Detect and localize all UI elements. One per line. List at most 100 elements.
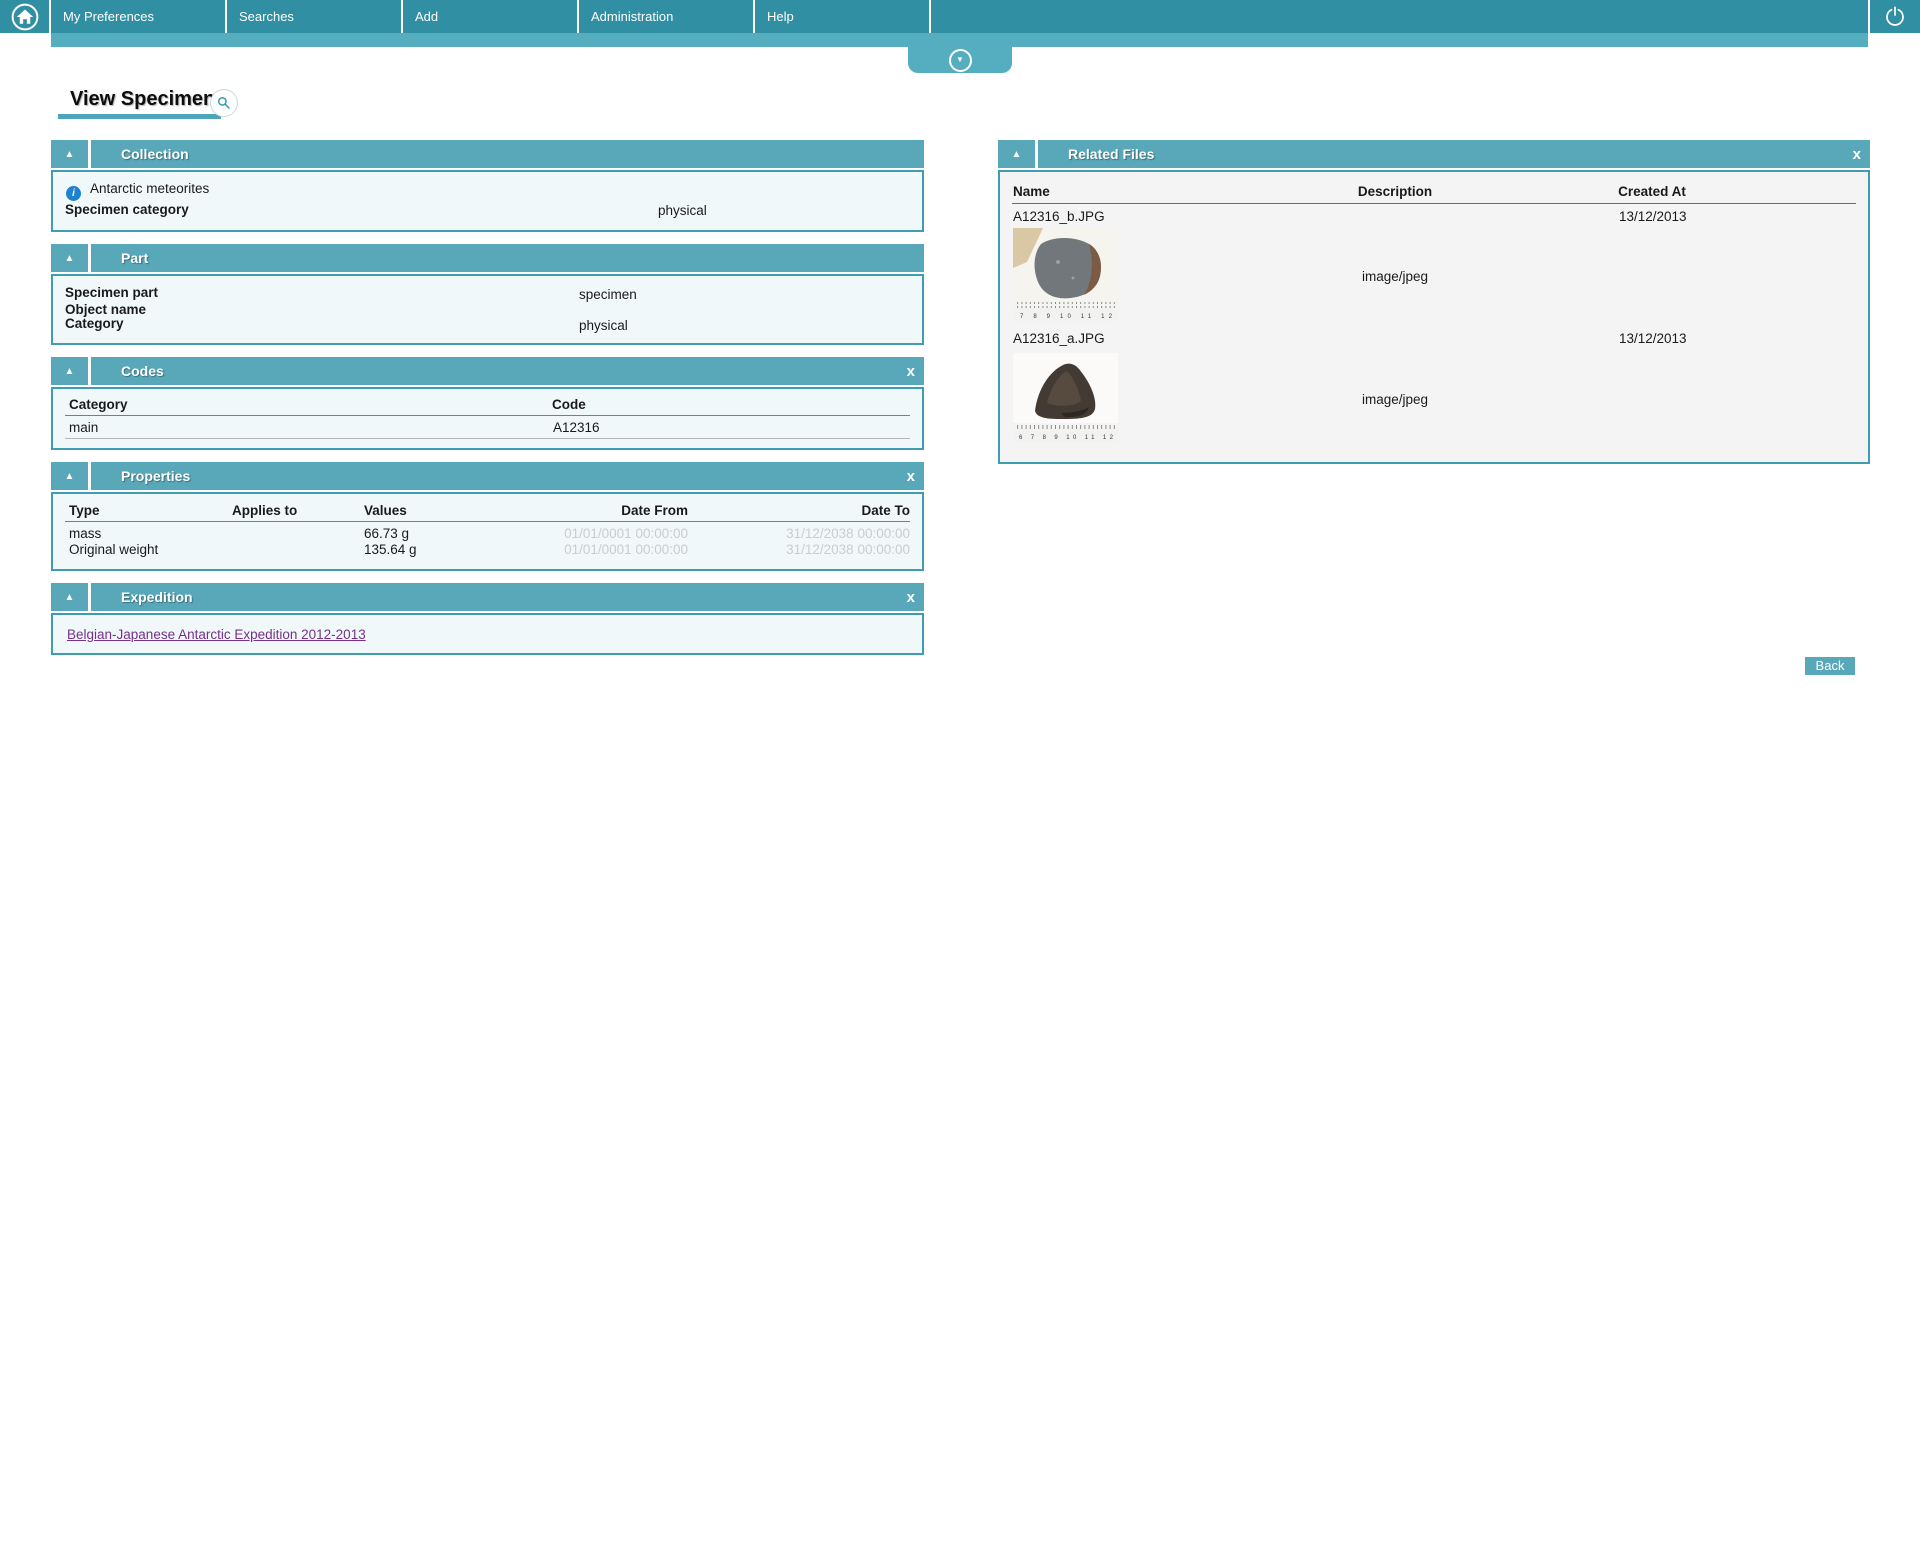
codes-panel-title: Codes xyxy=(121,363,164,379)
search-icon xyxy=(218,97,230,109)
related-file-description: image/jpeg xyxy=(1361,392,1429,407)
expedition-panel-title: Expedition xyxy=(121,589,193,605)
part-panel-title: Part xyxy=(121,250,149,266)
property-type-cell: mass xyxy=(69,526,102,541)
related-files-header-divider xyxy=(1012,203,1856,204)
nav-label: Help xyxy=(767,9,794,24)
related-file-name: A12316_a.JPG xyxy=(1013,331,1105,346)
nav-item-add[interactable]: Add xyxy=(403,0,579,33)
header-toggle-tab[interactable]: ▼ xyxy=(908,47,1012,73)
collapse-icon: ▲ xyxy=(64,148,75,160)
collection-name-row: i Antarctic meteorites xyxy=(66,181,209,201)
properties-col-type: Type xyxy=(69,503,100,518)
related-file-name: A12316_b.JPG xyxy=(1013,209,1105,224)
properties-col-applies: Applies to xyxy=(232,503,298,518)
property-values-cell: 66.73 g xyxy=(364,526,410,541)
expedition-panel-header: ▲ Expedition x xyxy=(51,583,924,611)
specimen-category-value: physical xyxy=(658,203,707,218)
home-button[interactable] xyxy=(0,0,51,33)
related-files-col-name: Name xyxy=(1013,184,1050,199)
collapse-expedition-button[interactable]: ▲ xyxy=(51,583,91,611)
close-expedition-button[interactable]: x xyxy=(907,590,915,605)
collapse-icon: ▲ xyxy=(64,591,75,603)
nav-item-help[interactable]: Help xyxy=(755,0,931,33)
collapse-related-files-button[interactable]: ▲ xyxy=(998,140,1038,168)
chevron-down-icon: ▼ xyxy=(948,48,972,72)
collapse-icon: ▲ xyxy=(64,470,75,482)
part-category-value: physical xyxy=(579,318,628,333)
collection-panel: ▲ Collection i Antarctic meteorites Spec… xyxy=(51,140,924,232)
code-value-cell: A12316 xyxy=(553,420,600,435)
collection-name: Antarctic meteorites xyxy=(90,181,210,196)
related-files-panel: ▲ Related Files x Name Description Creat… xyxy=(998,140,1870,464)
codes-header-divider xyxy=(65,415,910,416)
part-panel-body: Specimen part specimen Object name Categ… xyxy=(51,274,924,345)
codes-col-category: Category xyxy=(69,397,128,412)
collapse-properties-button[interactable]: ▲ xyxy=(51,462,91,490)
codes-panel: ▲ Codes x Category Code main A12316 xyxy=(51,357,924,450)
collapse-icon: ▲ xyxy=(1011,148,1022,160)
related-file-description: image/jpeg xyxy=(1361,269,1429,284)
specimen-part-label: Specimen part xyxy=(65,285,159,300)
left-column: ▲ Collection i Antarctic meteorites Spec… xyxy=(51,140,924,667)
properties-col-values: Values xyxy=(364,503,407,518)
collapse-codes-button[interactable]: ▲ xyxy=(51,357,91,385)
collapse-icon: ▲ xyxy=(64,252,75,264)
collapse-part-button[interactable]: ▲ xyxy=(51,244,91,272)
collapse-icon: ▲ xyxy=(64,365,75,377)
back-button[interactable]: Back xyxy=(1805,657,1855,675)
nav-item-my-preferences[interactable]: My Preferences xyxy=(51,0,227,33)
property-date-from-cell: 01/01/0001 00:00:00 xyxy=(564,542,688,557)
property-values-cell: 135.64 g xyxy=(364,542,417,557)
property-type-cell: Original weight xyxy=(69,542,159,557)
related-files-panel-body: Name Description Created At A12316_b.JPG… xyxy=(998,170,1870,464)
property-date-to-cell: 31/12/2038 00:00:00 xyxy=(786,542,910,557)
close-codes-button[interactable]: x xyxy=(907,364,915,379)
codes-col-code: Code xyxy=(552,397,586,412)
collection-panel-header: ▲ Collection xyxy=(51,140,924,168)
nav-item-administration[interactable]: Administration xyxy=(579,0,755,33)
code-category-cell: main xyxy=(69,420,99,435)
collection-panel-body: i Antarctic meteorites Specimen category… xyxy=(51,170,924,232)
codes-panel-header: ▲ Codes x xyxy=(51,357,924,385)
nav-label: Administration xyxy=(591,9,674,24)
nav-label: Add xyxy=(415,9,439,24)
page-title: View Specimen xyxy=(58,88,222,119)
object-name-label: Object name xyxy=(65,302,147,317)
codes-panel-body: Category Code main A12316 xyxy=(51,387,924,450)
logout-button[interactable] xyxy=(1868,0,1920,33)
nav-label: Searches xyxy=(239,9,294,24)
ruler-numbers: 6 7 8 9 10 11 12 xyxy=(1019,435,1114,441)
top-navbar: My Preferences Searches Add Administrati… xyxy=(0,0,1920,33)
related-files-col-description: Description xyxy=(1357,184,1433,199)
close-properties-button[interactable]: x xyxy=(907,469,915,484)
specimen-photo-a-thumbnail[interactable]: 6 7 8 9 10 11 12 xyxy=(1013,353,1118,442)
specimen-part-value: specimen xyxy=(579,287,637,302)
info-icon: i xyxy=(66,186,81,201)
nav-substrip xyxy=(51,33,1868,47)
specimen-photo-b-thumbnail[interactable]: 7 8 9 10 11 12 xyxy=(1013,228,1118,321)
collection-panel-title: Collection xyxy=(121,146,189,162)
related-files-col-created: Created At xyxy=(1618,184,1686,199)
expedition-panel-body: Belgian-Japanese Antarctic Expedition 20… xyxy=(51,613,924,655)
power-icon xyxy=(1886,5,1904,26)
specimen-search-button[interactable] xyxy=(210,89,238,117)
property-date-from-cell: 01/01/0001 00:00:00 xyxy=(564,526,688,541)
part-panel-header: ▲ Part xyxy=(51,244,924,272)
close-related-files-button[interactable]: x xyxy=(1853,147,1861,162)
properties-header-divider xyxy=(65,521,910,522)
collapse-collection-button[interactable]: ▲ xyxy=(51,140,91,168)
related-files-panel-title: Related Files xyxy=(1068,146,1155,162)
expedition-link[interactable]: Belgian-Japanese Antarctic Expedition 20… xyxy=(67,627,366,642)
part-panel: ▲ Part Specimen part specimen Object nam… xyxy=(51,244,924,345)
codes-row-divider xyxy=(65,438,910,439)
properties-panel-title: Properties xyxy=(121,468,191,484)
related-files-panel-header: ▲ Related Files x xyxy=(998,140,1870,168)
properties-panel-body: Type Applies to Values Date From Date To… xyxy=(51,492,924,571)
right-column: ▲ Related Files x Name Description Creat… xyxy=(998,140,1870,476)
property-date-to-cell: 31/12/2038 00:00:00 xyxy=(786,526,910,541)
properties-panel: ▲ Properties x Type Applies to Values Da… xyxy=(51,462,924,571)
properties-panel-header: ▲ Properties x xyxy=(51,462,924,490)
nav-item-searches[interactable]: Searches xyxy=(227,0,403,33)
